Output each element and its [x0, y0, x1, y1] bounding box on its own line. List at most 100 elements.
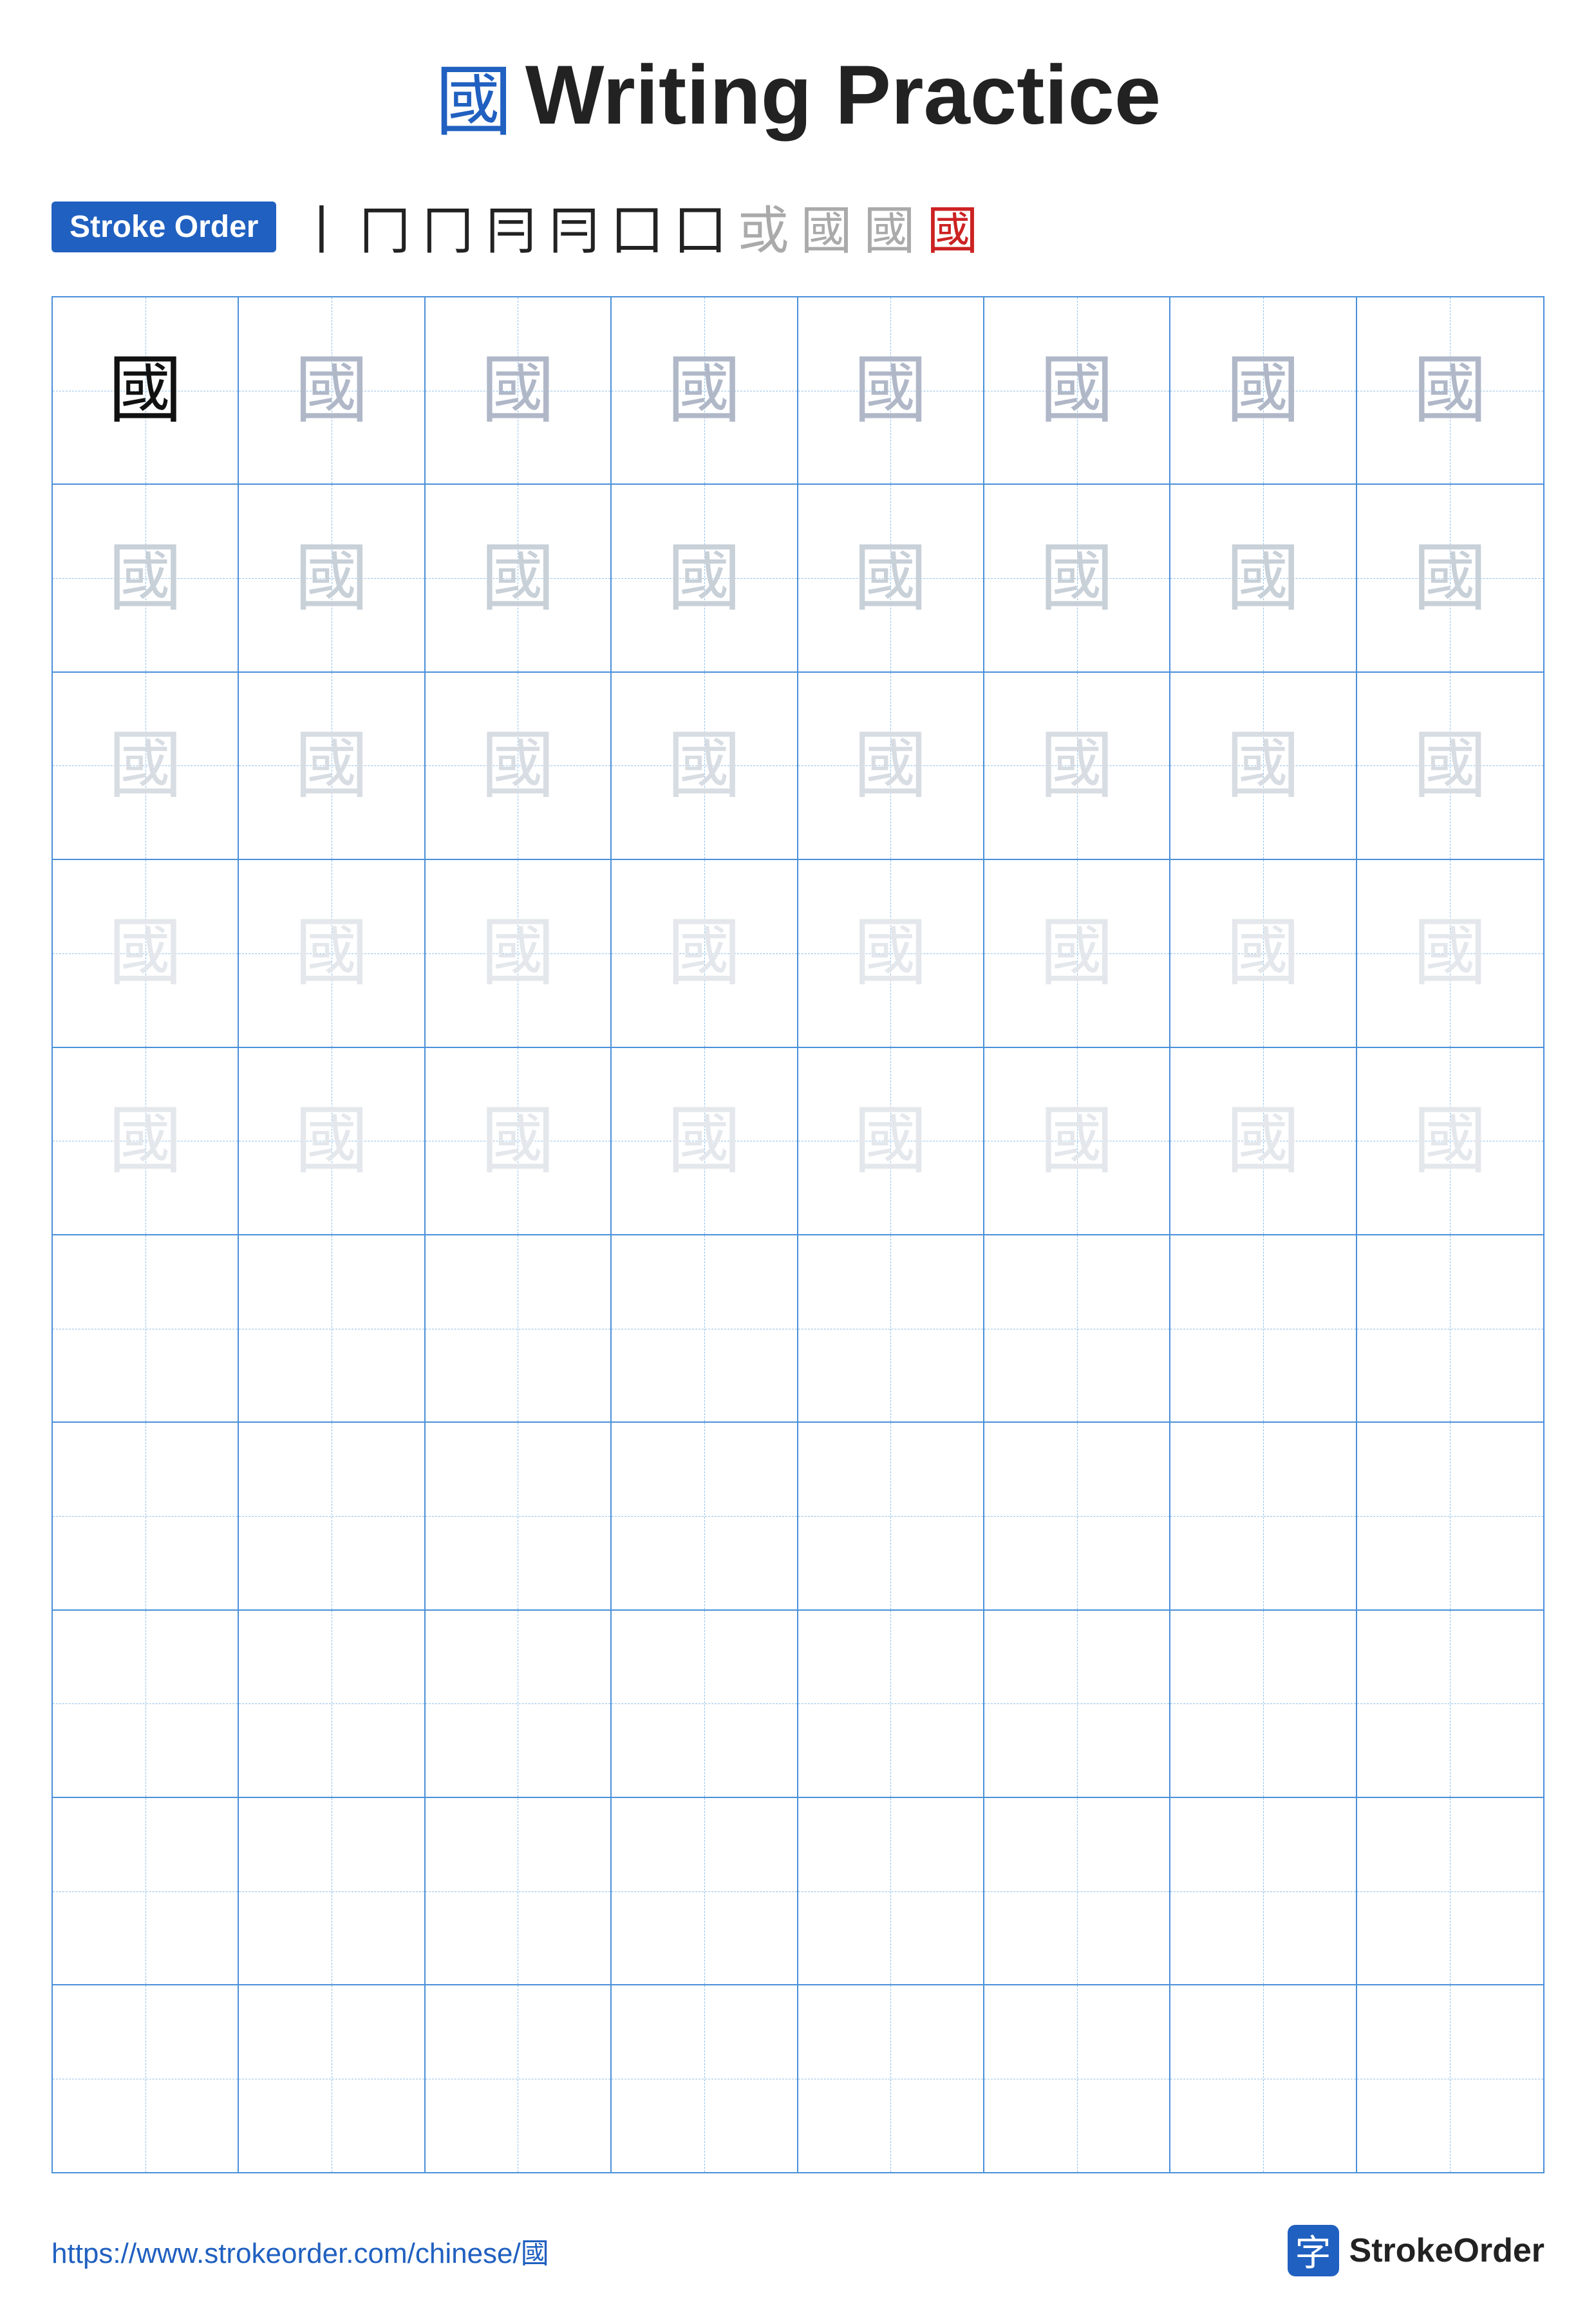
grid-cell-7-4[interactable] — [612, 1423, 798, 1609]
grid-cell-7-5[interactable] — [798, 1423, 984, 1609]
grid-cell-8-8[interactable] — [1357, 1611, 1543, 1797]
grid-cell-8-6[interactable] — [984, 1611, 1170, 1797]
grid-cell-8-4[interactable] — [612, 1611, 798, 1797]
grid-cell-1-6[interactable]: 國 — [984, 297, 1170, 483]
grid-cell-1-3[interactable]: 國 — [426, 297, 612, 483]
cell-char: 國 — [1040, 541, 1114, 615]
grid-cell-1-1[interactable]: 國 — [53, 297, 239, 483]
grid-cell-6-5[interactable] — [798, 1235, 984, 1421]
stroke-char-11: 國 — [926, 189, 978, 264]
grid-cell-5-6[interactable]: 國 — [984, 1048, 1170, 1234]
grid-cell-5-8[interactable]: 國 — [1357, 1048, 1543, 1234]
grid-cell-10-4[interactable] — [612, 1985, 798, 2171]
stroke-char-10: 國 — [863, 189, 915, 264]
grid-cell-7-7[interactable] — [1170, 1423, 1357, 1609]
grid-cell-7-3[interactable] — [426, 1423, 612, 1609]
grid-cell-4-5[interactable]: 國 — [798, 860, 984, 1046]
cell-char: 國 — [1226, 916, 1300, 990]
grid-cell-8-7[interactable] — [1170, 1611, 1357, 1797]
grid-cell-8-3[interactable] — [426, 1611, 612, 1797]
grid-cell-1-2[interactable]: 國 — [239, 297, 425, 483]
cell-char: 國 — [1226, 729, 1300, 803]
grid-cell-3-5[interactable]: 國 — [798, 673, 984, 859]
grid-cell-5-3[interactable]: 國 — [426, 1048, 612, 1234]
grid-cell-4-2[interactable]: 國 — [239, 860, 425, 1046]
grid-cell-1-4[interactable]: 國 — [612, 297, 798, 483]
grid-cell-8-2[interactable] — [239, 1611, 425, 1797]
grid-cell-10-2[interactable] — [239, 1985, 425, 2171]
grid-cell-9-3[interactable] — [426, 1798, 612, 1984]
grid-cell-2-2[interactable]: 國 — [239, 485, 425, 671]
grid-cell-9-6[interactable] — [984, 1798, 1170, 1984]
grid-cell-6-7[interactable] — [1170, 1235, 1357, 1421]
grid-cell-3-8[interactable]: 國 — [1357, 673, 1543, 859]
grid-cell-7-1[interactable] — [53, 1423, 239, 1609]
cell-char: 國 — [108, 729, 182, 803]
footer-brand-icon: 字 — [1288, 2225, 1339, 2276]
grid-cell-3-6[interactable]: 國 — [984, 673, 1170, 859]
grid-cell-2-1[interactable]: 國 — [53, 485, 239, 671]
grid-cell-3-3[interactable]: 國 — [426, 673, 612, 859]
stroke-char-8: 或 — [737, 189, 789, 264]
cell-char: 國 — [108, 541, 182, 615]
grid-cell-6-2[interactable] — [239, 1235, 425, 1421]
grid-cell-10-1[interactable] — [53, 1985, 239, 2171]
grid-cell-8-1[interactable] — [53, 1611, 239, 1797]
grid-cell-3-1[interactable]: 國 — [53, 673, 239, 859]
grid-cell-9-2[interactable] — [239, 1798, 425, 1984]
grid-cell-8-5[interactable] — [798, 1611, 984, 1797]
grid-cell-6-4[interactable] — [612, 1235, 798, 1421]
cell-char: 國 — [854, 1104, 928, 1178]
grid-cell-2-3[interactable]: 國 — [426, 485, 612, 671]
grid-cell-3-2[interactable]: 國 — [239, 673, 425, 859]
grid-cell-5-5[interactable]: 國 — [798, 1048, 984, 1234]
cell-char: 國 — [1413, 1104, 1487, 1178]
grid-cell-9-4[interactable] — [612, 1798, 798, 1984]
grid-cell-9-5[interactable] — [798, 1798, 984, 1984]
grid-cell-7-8[interactable] — [1357, 1423, 1543, 1609]
grid-cell-2-4[interactable]: 國 — [612, 485, 798, 671]
grid-cell-6-1[interactable] — [53, 1235, 239, 1421]
grid-cell-2-8[interactable]: 國 — [1357, 485, 1543, 671]
grid-row-5: 國 國 國 國 國 國 國 國 — [53, 1048, 1543, 1235]
grid-cell-4-7[interactable]: 國 — [1170, 860, 1357, 1046]
cell-char: 國 — [481, 353, 555, 427]
grid-cell-5-7[interactable]: 國 — [1170, 1048, 1357, 1234]
grid-cell-2-7[interactable]: 國 — [1170, 485, 1357, 671]
grid-cell-9-1[interactable] — [53, 1798, 239, 1984]
grid-cell-2-5[interactable]: 國 — [798, 485, 984, 671]
grid-cell-10-7[interactable] — [1170, 1985, 1357, 2171]
grid-cell-7-6[interactable] — [984, 1423, 1170, 1609]
grid-cell-10-8[interactable] — [1357, 1985, 1543, 2171]
grid-cell-5-2[interactable]: 國 — [239, 1048, 425, 1234]
grid-cell-4-4[interactable]: 國 — [612, 860, 798, 1046]
grid-cell-1-8[interactable]: 國 — [1357, 297, 1543, 483]
grid-cell-6-8[interactable] — [1357, 1235, 1543, 1421]
grid-cell-6-3[interactable] — [426, 1235, 612, 1421]
grid-cell-4-3[interactable]: 國 — [426, 860, 612, 1046]
grid-cell-10-5[interactable] — [798, 1985, 984, 2171]
cell-char: 國 — [481, 916, 555, 990]
grid-cell-10-3[interactable] — [426, 1985, 612, 2171]
cell-char: 國 — [481, 1104, 555, 1178]
grid-cell-1-7[interactable]: 國 — [1170, 297, 1357, 483]
grid-cell-9-8[interactable] — [1357, 1798, 1543, 1984]
grid-cell-4-6[interactable]: 國 — [984, 860, 1170, 1046]
grid-cell-4-1[interactable]: 國 — [53, 860, 239, 1046]
stroke-char-9: 國 — [800, 189, 852, 264]
stroke-char-6: 囗 — [611, 189, 662, 264]
grid-cell-1-5[interactable]: 國 — [798, 297, 984, 483]
cell-char: 國 — [854, 916, 928, 990]
grid-cell-4-8[interactable]: 國 — [1357, 860, 1543, 1046]
grid-cell-3-4[interactable]: 國 — [612, 673, 798, 859]
grid-cell-6-6[interactable] — [984, 1235, 1170, 1421]
grid-cell-2-6[interactable]: 國 — [984, 485, 1170, 671]
grid-cell-7-2[interactable] — [239, 1423, 425, 1609]
grid-cell-9-7[interactable] — [1170, 1798, 1357, 1984]
grid-cell-5-1[interactable]: 國 — [53, 1048, 239, 1234]
cell-char: 國 — [481, 541, 555, 615]
footer-url[interactable]: https://www.strokeorder.com/chinese/國 — [52, 2230, 549, 2271]
grid-cell-10-6[interactable] — [984, 1985, 1170, 2171]
grid-cell-5-4[interactable]: 國 — [612, 1048, 798, 1234]
grid-cell-3-7[interactable]: 國 — [1170, 673, 1357, 859]
